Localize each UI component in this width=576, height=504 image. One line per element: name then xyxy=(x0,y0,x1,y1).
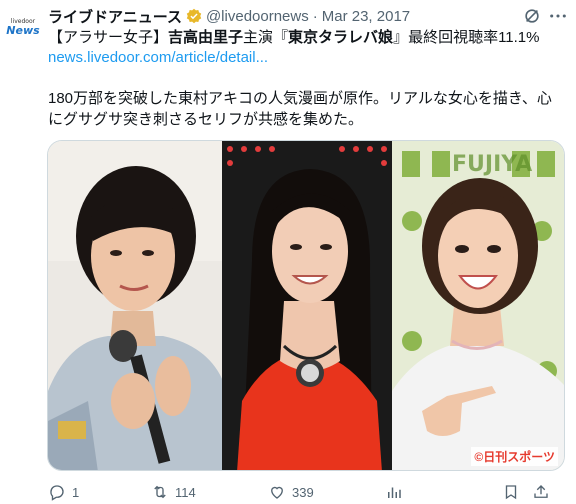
tweet-headline: 【アラサー女子】吉高由里子主演『東京タラレバ娘』最終回視聴率11.1% xyxy=(48,28,566,48)
retweet-button[interactable]: 114 xyxy=(151,483,268,501)
photo-credit: ©日刊スポーツ xyxy=(471,447,558,466)
share-icon xyxy=(534,485,548,498)
headline-part-3: 主演『 xyxy=(243,29,289,46)
like-count: 339 xyxy=(292,484,314,500)
like-button[interactable]: 339 xyxy=(268,483,385,501)
reply-count: 1 xyxy=(72,484,80,500)
bookmark-icon xyxy=(505,485,517,500)
retweet-count: 114 xyxy=(175,484,196,500)
headline-part-2: 吉高由里子 xyxy=(168,29,244,46)
headline-part-5: 』最終回視聴率11.1% xyxy=(393,29,540,46)
reply-icon xyxy=(50,485,64,501)
tweet-media-image[interactable]: FUJIYA ©日刊スポーツ xyxy=(47,140,565,471)
bookmark-button[interactable] xyxy=(502,483,532,501)
tweet-body-text: 180万部を突破した東村アキコの人気漫画が原作。リアルな女心を描き、心にグサグサ… xyxy=(48,90,552,128)
tweet-date[interactable]: Mar 23, 2017 xyxy=(322,8,410,25)
tweet-action-bar: 1 114 339 xyxy=(48,482,568,502)
avatar-logo-text: News xyxy=(6,23,40,37)
account-avatar[interactable]: livedoor News xyxy=(6,10,40,44)
article-link[interactable]: news.livedoor.com/article/detail... xyxy=(48,48,268,68)
share-button[interactable] xyxy=(532,483,552,501)
retweet-icon xyxy=(154,485,166,499)
photo-panel-center xyxy=(222,141,392,470)
more-options-icon[interactable] xyxy=(546,6,570,26)
tweet-header: ライブドアニュース @livedoornews · Mar 23, 2017 xyxy=(48,6,536,26)
heart-icon xyxy=(271,486,283,499)
photo-panel-right: FUJIYA ©日刊スポーツ xyxy=(391,141,564,470)
verified-badge-icon[interactable] xyxy=(186,8,202,24)
headline-part-4: 東京タラレバ娘 xyxy=(288,29,394,46)
views-chart-icon xyxy=(388,487,401,498)
background-sign-text: FUJIYA xyxy=(452,152,532,177)
reply-button[interactable]: 1 xyxy=(48,483,151,501)
photo-panel-left xyxy=(48,141,223,470)
user-handle[interactable]: @livedoornews xyxy=(206,8,309,25)
views-button[interactable] xyxy=(385,483,502,501)
headline-part-1: 【アラサー女子】 xyxy=(48,29,169,46)
display-name[interactable]: ライブドアニュース xyxy=(48,6,182,27)
grok-icon[interactable] xyxy=(522,6,542,26)
header-separator: · xyxy=(312,7,318,25)
